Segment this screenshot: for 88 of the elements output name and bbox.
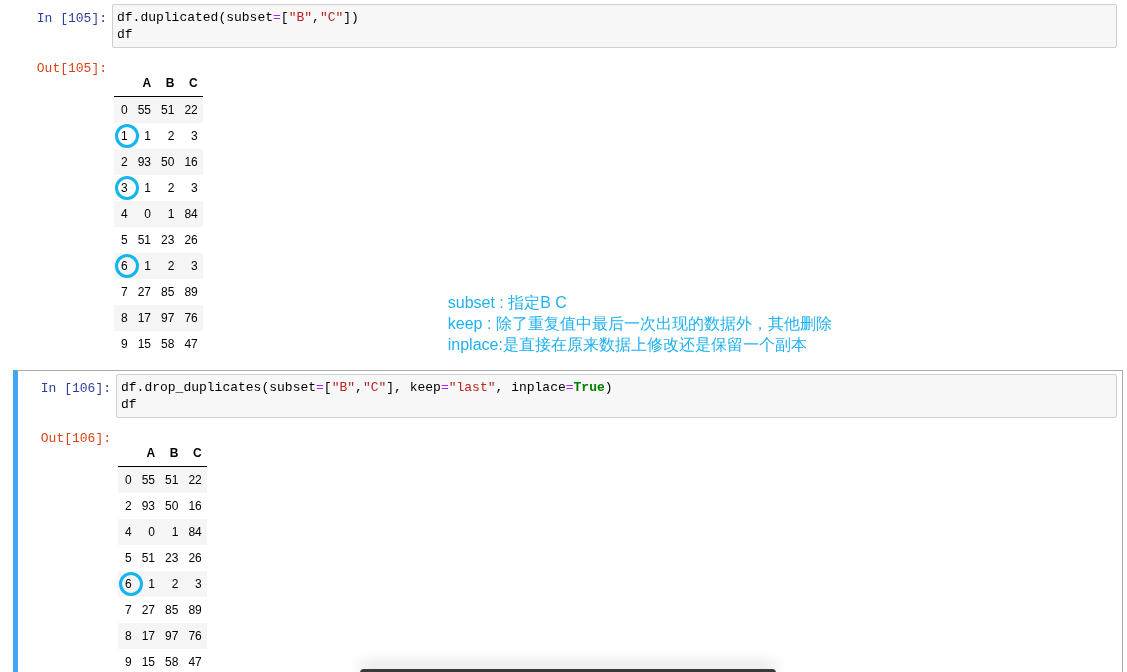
code-line: df.drop_duplicates(subset=["B","C"], keep="last", inplace=True) [121, 379, 613, 396]
row-index: 4 [121, 207, 128, 221]
column-header: A [136, 446, 161, 467]
table-cell: 26 [179, 227, 203, 253]
table-cell: 3 [179, 253, 203, 279]
table-cell: 22 [179, 96, 203, 123]
row-index: 2 [125, 499, 132, 513]
table-cell: 23 [156, 227, 180, 253]
annotation-text: subset : 指定B C [447, 293, 567, 313]
table-cell: 76 [183, 623, 207, 649]
annotation-text: keep : 除了重复值中最后一次出现的数据外，其他删除 [447, 314, 832, 334]
row-index: 2 [121, 155, 128, 169]
column-header: C [179, 76, 203, 97]
table-cell: 58 [160, 649, 184, 672]
column-header: C [183, 446, 207, 467]
table-cell: 51 [136, 545, 161, 571]
code-input-area[interactable]: df.drop_duplicates(subset=["B","C"], keep="last", inplace=True) df [116, 374, 1117, 418]
table-cell: 85 [156, 279, 180, 305]
table-cell: 89 [179, 279, 203, 305]
table-cell: 50 [156, 149, 180, 175]
input-prompt: In [106]: [40, 381, 111, 396]
table-cell: 26 [183, 545, 207, 571]
row-index: 7 [121, 285, 128, 299]
table-cell: 85 [160, 597, 184, 623]
table-cell: 76 [179, 305, 203, 331]
row-index: 6 [121, 259, 128, 273]
table-cell: 15 [136, 649, 161, 672]
table-cell: 89 [183, 597, 207, 623]
code-line: df.duplicated(subset=["B","C"]) [117, 9, 359, 26]
table-cell: 58 [156, 331, 180, 357]
table-cell: 3 [179, 123, 203, 149]
row-index: 3 [121, 181, 128, 195]
table-cell: 50 [160, 493, 184, 519]
row-index: 9 [121, 337, 128, 351]
table-cell: 1 [156, 201, 180, 227]
annotation-text: inplace:是直接在原来数据上修改还是保留一个副本 [447, 335, 807, 355]
output-prompt: Out[106]: [40, 431, 111, 446]
table-cell: 27 [136, 597, 161, 623]
table-cell: 2 [156, 175, 180, 201]
table-cell: 93 [132, 149, 157, 175]
table-cell: 84 [179, 201, 203, 227]
row-index: 0 [121, 103, 128, 117]
table-cell: 0 [136, 519, 161, 545]
row-index: 9 [125, 655, 132, 669]
table-cell: 3 [179, 175, 203, 201]
table-cell: 3 [183, 571, 207, 597]
table-cell: 51 [160, 466, 184, 493]
table-cell: 27 [132, 279, 157, 305]
code-input-area[interactable]: df.duplicated(subset=["B","C"]) df [112, 4, 1117, 48]
table-cell: 1 [132, 123, 157, 149]
table-cell: 0 [132, 201, 157, 227]
code-line: df [121, 396, 137, 413]
input-prompt: In [105]: [36, 11, 107, 26]
table-cell: 16 [179, 149, 203, 175]
table-cell: 93 [136, 493, 161, 519]
table-cell: 51 [156, 96, 180, 123]
table-cell: 1 [132, 175, 157, 201]
row-index: 0 [125, 473, 132, 487]
output-prompt: Out[105]: [36, 61, 107, 76]
row-index: 1 [121, 129, 128, 143]
table-cell: 22 [183, 466, 207, 493]
table-cell: 51 [132, 227, 157, 253]
row-index: 5 [121, 233, 128, 247]
table-cell: 97 [156, 305, 180, 331]
table-cell: 2 [156, 253, 180, 279]
column-header: B [156, 76, 180, 97]
table-cell: 2 [156, 123, 180, 149]
row-index: 5 [125, 551, 132, 565]
table-cell: 15 [132, 331, 157, 357]
code-line: df [117, 26, 133, 43]
table-cell: 47 [183, 649, 207, 672]
table-cell: 16 [183, 493, 207, 519]
row-index: 4 [125, 525, 132, 539]
table-cell: 97 [160, 623, 184, 649]
table-cell: 47 [179, 331, 203, 357]
row-index: 8 [125, 629, 132, 643]
column-header: B [160, 446, 184, 467]
table-cell: 17 [132, 305, 157, 331]
row-index: 6 [125, 577, 132, 591]
table-cell: 2 [160, 571, 184, 597]
table-cell: 1 [160, 519, 184, 545]
table-cell: 17 [136, 623, 161, 649]
notebook-cell[interactable]: In [106]: df.drop_duplicates(subset=["B","C"], keep="last", inplace=True) df Out[106]: A B C 0 55 51 22 2 93 50 16 4 0 1 84 5 51 23 26 6 1 2 3 7 27 85 89 8 17 97 76 9 15 58 47 [13, 370, 1123, 672]
column-header: A [132, 76, 157, 97]
table-cell: 23 [160, 545, 184, 571]
row-index: 8 [121, 311, 128, 325]
table-cell: 84 [183, 519, 207, 545]
row-index: 7 [125, 603, 132, 617]
